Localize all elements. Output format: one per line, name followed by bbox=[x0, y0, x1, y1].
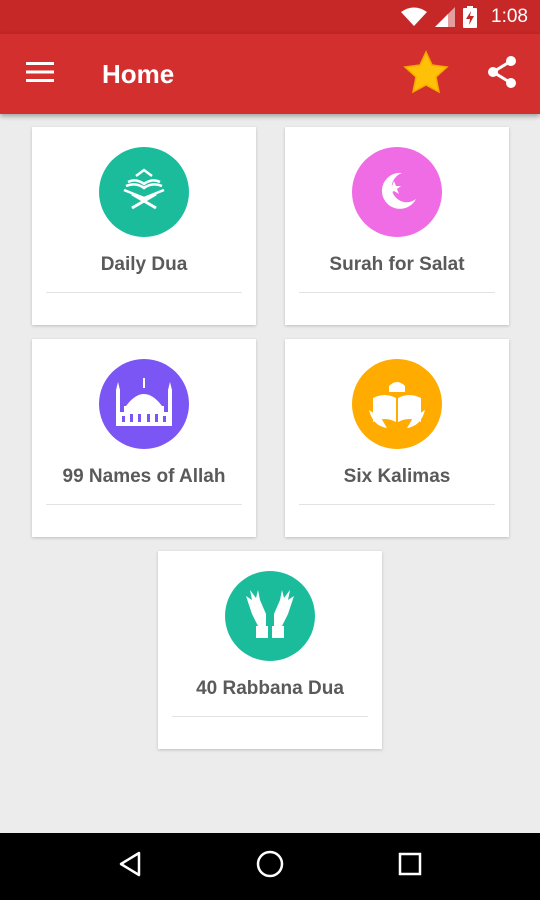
rabbana-dua-card[interactable]: 40 Rabbana Dua bbox=[158, 551, 382, 749]
divider bbox=[46, 504, 242, 505]
mosque-icon bbox=[112, 372, 176, 437]
status-time: 1:08 bbox=[491, 6, 528, 27]
battery-charging-icon bbox=[463, 6, 478, 28]
daily-dua-icon-circle bbox=[99, 147, 189, 237]
back-icon bbox=[117, 850, 143, 883]
daily-dua-label: Daily Dua bbox=[100, 254, 188, 275]
six-kalimas-icon-circle bbox=[352, 359, 442, 449]
names-of-allah-icon-circle bbox=[99, 359, 189, 449]
back-button[interactable] bbox=[100, 837, 160, 897]
recents-button[interactable] bbox=[380, 837, 440, 897]
share-icon bbox=[485, 55, 519, 94]
divider bbox=[299, 292, 495, 293]
wifi-icon bbox=[401, 7, 428, 27]
names-of-allah-label: 99 Names of Allah bbox=[62, 466, 226, 487]
home-icon bbox=[255, 849, 285, 884]
rabbana-dua-icon-circle bbox=[225, 571, 315, 661]
menu-icon bbox=[26, 61, 54, 88]
open-book-icon bbox=[367, 374, 427, 435]
praying-hands-icon bbox=[240, 586, 300, 647]
crescent-star-icon bbox=[372, 165, 422, 220]
menu-button[interactable] bbox=[0, 34, 80, 114]
six-kalimas-card[interactable]: Six Kalimas bbox=[285, 339, 509, 537]
rabbana-dua-label: 40 Rabbana Dua bbox=[196, 678, 344, 699]
six-kalimas-label: Six Kalimas bbox=[343, 466, 451, 487]
surah-for-salat-card[interactable]: Surah for Salat bbox=[285, 127, 509, 325]
home-button[interactable] bbox=[240, 837, 300, 897]
star-icon bbox=[403, 49, 449, 99]
names-of-allah-card[interactable]: 99 Names of Allah bbox=[32, 339, 256, 537]
recents-icon bbox=[397, 851, 423, 882]
quran-stand-icon bbox=[116, 162, 172, 223]
navigation-bar bbox=[0, 833, 540, 900]
share-button[interactable] bbox=[472, 34, 532, 114]
page-title: Home bbox=[102, 58, 175, 89]
surah-for-salat-icon-circle bbox=[352, 147, 442, 237]
surah-for-salat-label: Surah for Salat bbox=[329, 254, 465, 275]
signal-icon bbox=[435, 7, 456, 27]
divider bbox=[172, 716, 368, 717]
daily-dua-card[interactable]: Daily Dua bbox=[32, 127, 256, 325]
divider bbox=[46, 292, 242, 293]
rate-button[interactable] bbox=[396, 34, 456, 114]
app-bar: Home bbox=[0, 34, 540, 114]
status-bar: 1:08 bbox=[0, 0, 540, 34]
divider bbox=[299, 504, 495, 505]
